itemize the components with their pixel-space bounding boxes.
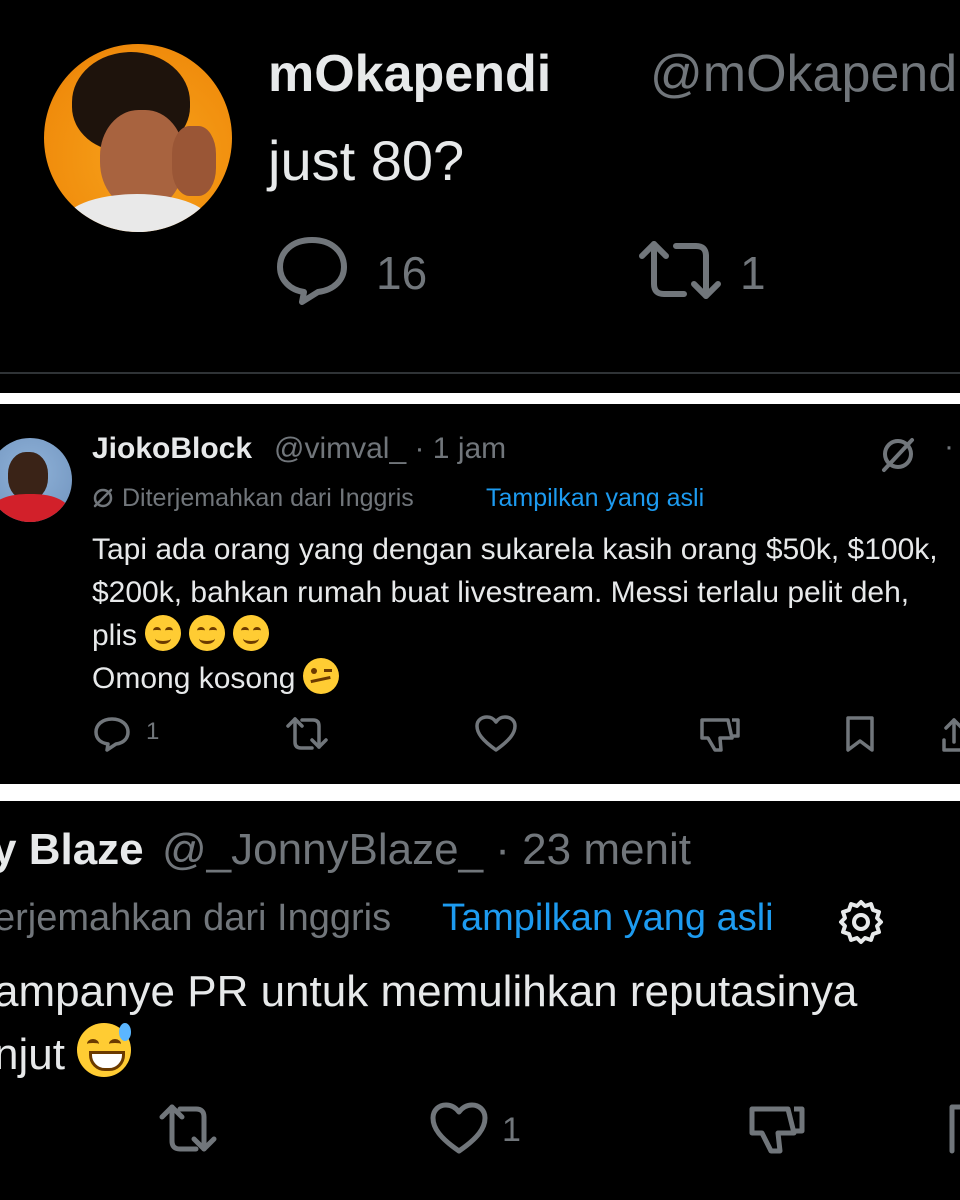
tweet-text-line: Omong kosong (92, 662, 296, 695)
translated-label: erjemahkan dari Inggris (0, 897, 392, 939)
reply-count: 16 (376, 247, 428, 299)
reply-count: 1 (146, 718, 160, 745)
smiling-face-emoji (145, 615, 182, 651)
display-name[interactable]: mOkapendi (268, 44, 551, 104)
repost-icon[interactable] (634, 238, 726, 302)
dislike-icon[interactable] (746, 1101, 808, 1157)
woozy-face-emoji (303, 658, 340, 694)
tweet-card-1[interactable]: mOkapendi @mOkapendi just 80? 16 1 (0, 0, 960, 393)
divider (0, 372, 960, 374)
avatar-shirt (62, 194, 212, 232)
share-icon[interactable] (940, 714, 960, 754)
avatar[interactable] (0, 438, 72, 522)
bookmark-icon[interactable] (840, 714, 880, 754)
smiling-face-emoji (189, 615, 226, 651)
avatar[interactable] (44, 44, 232, 232)
translate-icon (92, 487, 114, 516)
tweet-text: ampanye PR untuk memulihkan reputasinya … (0, 961, 960, 1086)
like-icon[interactable] (474, 714, 518, 754)
display-name[interactable]: y Blaze (0, 825, 144, 875)
dislike-icon[interactable] (696, 714, 742, 754)
repost-count: 1 (740, 247, 766, 299)
bookmark-icon[interactable] (944, 1101, 960, 1157)
tweet-card-2[interactable]: JiokoBlock @vimval_ · 1 jam · Diterjemah… (0, 404, 960, 784)
display-name[interactable]: JiokoBlock (92, 432, 252, 466)
grok-icon[interactable] (878, 434, 918, 474)
avatar-shirt (0, 494, 70, 522)
like-icon[interactable] (428, 1101, 490, 1157)
handle-and-time: @_JonnyBlaze_ · 23 menit (162, 825, 691, 874)
repost-icon[interactable] (156, 1101, 220, 1157)
like-count: 1 (502, 1111, 521, 1149)
reply-icon[interactable] (92, 714, 132, 754)
sweat-smile-emoji (76, 1023, 131, 1077)
show-original-link[interactable]: Tampilkan yang asli (486, 484, 704, 513)
tweet-text: just 80? (268, 129, 465, 192)
show-original-link[interactable]: Tampilkan yang asli (442, 897, 774, 940)
handle-and-time: @vimval_ · 1 jam (274, 432, 507, 465)
smiling-face-emoji (233, 615, 270, 651)
avatar-hand (172, 126, 216, 196)
translation-note: Diterjemahkan dari Inggris (92, 484, 414, 516)
tweet-card-3[interactable]: y Blaze @_JonnyBlaze_ · 23 menit erjemah… (0, 801, 960, 1200)
reply-icon[interactable] (272, 234, 352, 306)
avatar-face (8, 452, 48, 500)
tweet-text: Tapi ada orang yang dengan sukarela kasi… (92, 528, 952, 700)
settings-icon[interactable] (836, 897, 886, 947)
more-icon[interactable]: · (944, 430, 954, 464)
tweet-text-line: ampanye PR untuk memulihkan reputasinya (0, 967, 858, 1016)
translated-label: Diterjemahkan dari Inggris (122, 484, 414, 512)
repost-icon[interactable] (284, 714, 330, 754)
user-handle[interactable]: @mOkapendi (650, 44, 960, 104)
tweet-text-line: njut (0, 1030, 65, 1079)
